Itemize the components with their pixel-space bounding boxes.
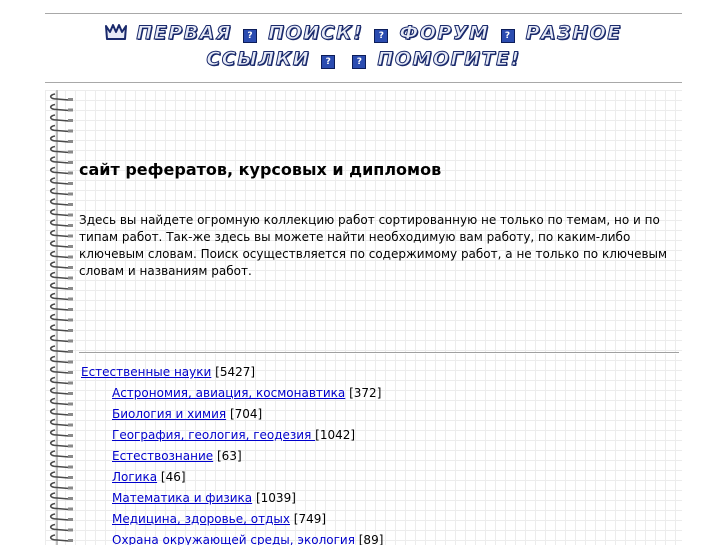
nav-link-search[interactable]: ПОИСК!: [268, 22, 363, 45]
content-divider: [79, 352, 679, 353]
nav-separator-icon: ?: [352, 55, 367, 69]
category-count: [89]: [358, 533, 384, 545]
main-navigation: ПЕРВАЯ ? ПОИСК! ? ФОРУМ ? РАЗНОЕ ССЫЛКИ …: [45, 20, 682, 72]
category-row: Астрономия, авиация, космонавтика [372]: [81, 383, 681, 404]
category-count: [1042]: [315, 428, 356, 442]
category-count: [63]: [217, 449, 242, 463]
category-link-geography[interactable]: География, геология, геодезия: [112, 428, 315, 442]
nav-link-home[interactable]: ПЕРВАЯ: [136, 22, 232, 45]
nav-row-1: ПЕРВАЯ ? ПОИСК! ? ФОРУМ ? РАЗНОЕ: [45, 20, 682, 46]
category-row: Логика [46]: [81, 467, 681, 488]
category-count: [5427]: [215, 365, 256, 379]
category-row: География, геология, геодезия [1042]: [81, 425, 681, 446]
spiral-binding-icon: [49, 90, 73, 545]
top-divider: [45, 13, 682, 14]
nav-link-misc[interactable]: РАЗНОЕ: [525, 22, 622, 45]
nav-link-links[interactable]: ССЫЛКИ: [206, 48, 310, 71]
intro-text: Здесь вы найдете огромную коллекцию рабо…: [79, 213, 668, 278]
category-row: Охрана окружающей среды, экология [89]: [81, 530, 681, 545]
nav-link-forum[interactable]: ФОРУМ: [399, 22, 489, 45]
nav-row-2: ССЫЛКИ ? ? ПОМОГИТЕ!: [45, 46, 682, 72]
notebook-paper: сайт рефератов, курсовых и дипломов Здес…: [45, 90, 682, 545]
category-row: Биология и химия [704]: [81, 404, 681, 425]
nav-separator-icon: ?: [321, 55, 336, 69]
category-count: [749]: [293, 512, 327, 526]
nav-separator-icon: ?: [374, 29, 389, 43]
category-row: Естествознание [63]: [81, 446, 681, 467]
category-link-ecology[interactable]: Охрана окружающей среды, экология: [112, 533, 355, 545]
category-link-math-physics[interactable]: Математика и физика: [112, 491, 252, 505]
nav-link-help[interactable]: ПОМОГИТЕ!: [377, 48, 520, 71]
category-link-natural-history[interactable]: Естествознание: [112, 449, 213, 463]
nav-divider: [45, 82, 682, 83]
category-row: Естественные науки [5427]: [81, 362, 681, 383]
crown-icon: [105, 23, 128, 41]
category-count: [1039]: [255, 491, 296, 505]
category-row: Медицина, здоровье, отдых [749]: [81, 509, 681, 530]
category-link-natural-sciences[interactable]: Естественные науки: [81, 365, 211, 379]
nav-separator-icon: ?: [500, 29, 515, 43]
category-count: [704]: [229, 407, 263, 421]
category-link-astronomy[interactable]: Астрономия, авиация, космонавтика: [112, 386, 345, 400]
category-link-logic[interactable]: Логика: [112, 470, 157, 484]
category-link-biology[interactable]: Биология и химия: [112, 407, 226, 421]
category-count: [372]: [349, 386, 382, 400]
category-row: Математика и физика [1039]: [81, 488, 681, 509]
category-count: [46]: [160, 470, 186, 484]
nav-separator-icon: ?: [243, 29, 258, 43]
page-title: сайт рефератов, курсовых и дипломов: [79, 160, 442, 179]
category-link-medicine[interactable]: Медицина, здоровье, отдых: [112, 512, 290, 526]
category-list: Естественные науки [5427] Астрономия, ав…: [81, 362, 681, 545]
